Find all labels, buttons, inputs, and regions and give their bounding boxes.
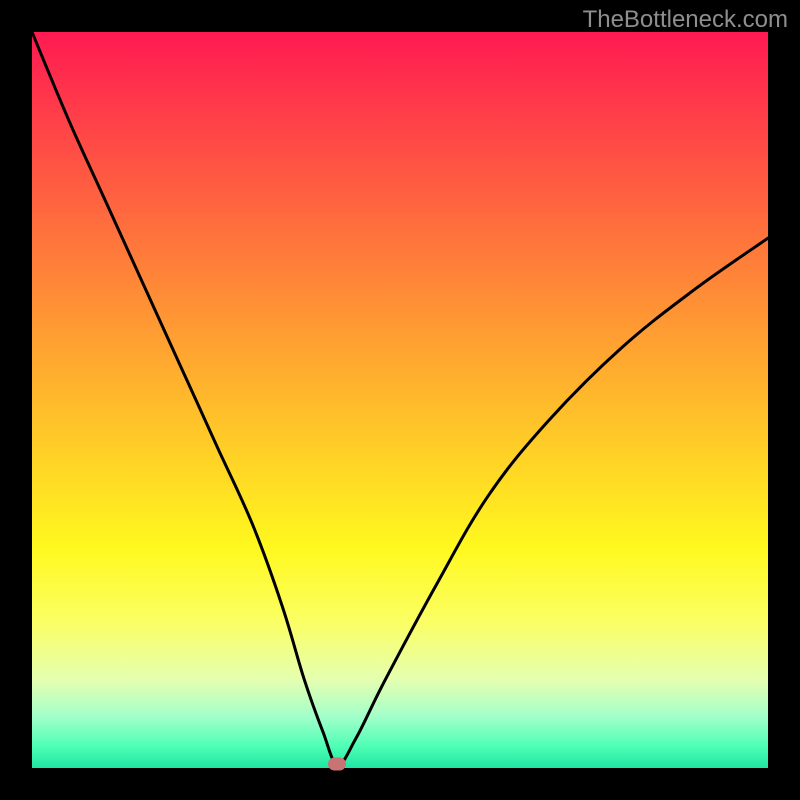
chart-container: TheBottleneck.com (0, 0, 800, 800)
bottleneck-curve (32, 32, 768, 764)
curve-svg (32, 32, 768, 768)
watermark-text: TheBottleneck.com (583, 6, 788, 34)
optimum-dot (328, 758, 346, 771)
plot-area (32, 32, 768, 768)
